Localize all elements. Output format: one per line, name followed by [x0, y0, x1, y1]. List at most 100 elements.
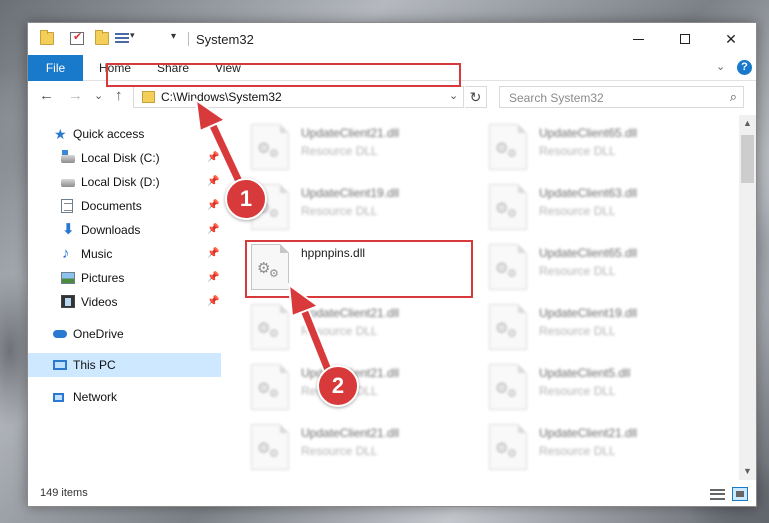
step-2-badge: 2 — [317, 365, 359, 407]
up-button[interactable]: ↑ — [115, 87, 123, 104]
dll-file-icon: ⚙⚙ — [489, 304, 527, 350]
ribbon-collapse-icon[interactable]: ⌄ — [716, 60, 725, 73]
scroll-thumb[interactable] — [741, 135, 754, 183]
address-text: C:\Windows\System32 — [161, 90, 282, 104]
documents-icon — [61, 199, 73, 213]
downloads-icon: ⬇ — [62, 221, 75, 238]
dll-file-icon: ⚙⚙ — [251, 424, 289, 470]
sidebar-item-quick-access[interactable]: ★ Quick access — [28, 122, 221, 146]
tab-file[interactable]: File — [28, 55, 83, 81]
scroll-up-icon[interactable]: ▲ — [739, 115, 756, 132]
file-type: Resource DLL — [539, 324, 616, 338]
back-button[interactable]: ← — [39, 87, 54, 104]
title-bar: ▾ ▾ System32 ✕ — [28, 23, 756, 55]
folder-icon[interactable] — [40, 30, 54, 45]
sidebar-item-label: Pictures — [81, 271, 125, 285]
details-view-icon[interactable] — [710, 489, 725, 500]
file-item[interactable]: ⚙ ⚙ UpdateClient63.dll Resource DLL — [489, 180, 724, 236]
chevron-down-icon[interactable]: ▾ — [130, 30, 135, 41]
file-highlight — [245, 240, 473, 298]
music-icon: ♪ — [62, 245, 70, 262]
step-1-badge: 1 — [225, 178, 267, 220]
file-item[interactable]: ⚙⚙ UpdateClient21.dll Resource DLL — [251, 120, 486, 176]
folder-icon — [142, 91, 155, 103]
file-type: Resource DLL — [539, 444, 616, 458]
file-item[interactable]: ⚙⚙ UpdateClient19.dll Resource DLL — [251, 180, 486, 236]
sidebar-item-onedrive[interactable]: OneDrive — [28, 322, 221, 346]
close-button[interactable]: ✕ — [708, 23, 754, 55]
status-bar: 149 items — [28, 482, 756, 506]
sidebar-item-label: Documents — [81, 199, 142, 213]
dll-file-icon: ⚙⚙ — [489, 184, 527, 230]
file-name: UpdateClient63.dll — [539, 186, 638, 200]
large-icons-view-icon[interactable] — [732, 487, 748, 501]
onedrive-icon — [53, 330, 67, 338]
pin-icon: 📌 — [207, 296, 220, 307]
file-name: UpdateClient21.dll — [301, 126, 400, 140]
sidebar-item-downloads[interactable]: ⬇ Downloads 📌 — [28, 218, 221, 242]
file-item[interactable]: ⚙⚙ UpdateClient21.dll Resource DLL — [251, 420, 486, 476]
sidebar-item-label: Videos — [81, 295, 118, 309]
minimize-button[interactable] — [616, 23, 662, 55]
drive-d-icon — [61, 179, 75, 187]
sidebar-item-this-pc[interactable]: This PC — [28, 353, 221, 377]
file-type: Resource DLL — [301, 444, 378, 458]
recent-locations-button[interactable]: ⌄ — [94, 89, 103, 102]
pin-icon: 📌 — [207, 224, 220, 235]
properties-icon[interactable] — [70, 30, 84, 45]
dll-file-icon: ⚙⚙ — [489, 244, 527, 290]
this-pc-icon — [53, 360, 67, 370]
minimize-icon — [633, 39, 644, 40]
search-placeholder: Search System32 — [509, 91, 604, 105]
file-item[interactable]: ⚙⚙ UpdateClient21.dll Resource DLL — [489, 420, 724, 476]
view-options-icon[interactable] — [115, 32, 129, 45]
help-icon[interactable]: ? — [737, 60, 752, 75]
sidebar-item-pictures[interactable]: Pictures 📌 — [28, 266, 221, 290]
file-item[interactable]: ⚙⚙ UpdateClient21.dll Resource DLL — [251, 300, 486, 356]
file-item[interactable]: ⚙ ⚙ UpdateClient65.dll Resource DLL — [489, 240, 724, 296]
address-history-chevron-icon[interactable]: ⌄ — [449, 89, 458, 102]
dll-file-icon: ⚙⚙ — [251, 364, 289, 410]
sidebar-item-documents[interactable]: Documents 📌 — [28, 194, 221, 218]
sidebar-item-label: This PC — [73, 358, 116, 372]
file-item[interactable]: ⚙⚙ UpdateClient21.dll Resource DLL — [251, 360, 486, 416]
refresh-button[interactable]: ↻ — [465, 86, 487, 108]
address-bar[interactable]: C:\Windows\System32 ⌄ — [133, 86, 464, 108]
file-item[interactable]: ⚙ ⚙ UpdateClient5.dll Resource DLL — [489, 360, 724, 416]
file-type: Resource DLL — [539, 264, 616, 278]
file-name: UpdateClient65.dll — [539, 126, 638, 140]
pictures-icon — [61, 272, 75, 284]
vertical-scrollbar[interactable]: ▲ ▼ — [739, 115, 756, 480]
maximize-button[interactable] — [662, 23, 708, 55]
new-folder-icon[interactable] — [95, 30, 109, 45]
sidebar-item-label: Quick access — [73, 127, 145, 141]
forward-button[interactable]: → — [68, 87, 83, 104]
dll-file-icon: ⚙⚙ — [251, 304, 289, 350]
file-name: UpdateClient21.dll — [539, 426, 638, 440]
pin-icon: 📌 — [207, 200, 220, 211]
pin-icon: 📌 — [207, 272, 220, 283]
sidebar-item-label: Music — [81, 247, 113, 261]
sidebar-item-local-disk-d[interactable]: Local Disk (D:) 📌 — [28, 170, 221, 194]
file-item[interactable]: ⚙⚙ UpdateClient19.dll Resource DLL — [489, 300, 724, 356]
sidebar-item-local-disk-c[interactable]: Local Disk (C:) 📌 — [28, 146, 221, 170]
file-name: UpdateClient21.dll — [301, 306, 400, 320]
file-item[interactable]: ⚙ ⚙ UpdateClient65.dll Resource DLL — [489, 120, 724, 176]
file-name: UpdateClient21.dll — [301, 426, 400, 440]
file-type: Resource DLL — [539, 384, 616, 398]
search-icon: ⌕ — [729, 89, 737, 104]
dll-file-icon: ⚙⚙ — [489, 364, 527, 410]
sidebar-item-network[interactable]: Network — [28, 385, 221, 409]
file-name: UpdateClient19.dll — [301, 186, 400, 200]
pin-icon: 📌 — [207, 248, 220, 259]
address-bar-highlight — [106, 63, 461, 87]
customize-toolbar-icon[interactable]: ▾ — [171, 31, 176, 42]
search-input[interactable]: Search System32 ⌕ — [499, 86, 744, 108]
sidebar-item-videos[interactable]: Videos 📌 — [28, 290, 221, 314]
network-icon — [53, 393, 64, 402]
file-type: Resource DLL — [301, 324, 378, 338]
sidebar-item-music[interactable]: ♪ Music 📌 — [28, 242, 221, 266]
scroll-down-icon[interactable]: ▼ — [739, 463, 756, 480]
file-name: UpdateClient5.dll — [539, 366, 631, 380]
navigation-pane: ★ Quick access Local Disk (C:) 📌 Local D… — [28, 115, 221, 480]
